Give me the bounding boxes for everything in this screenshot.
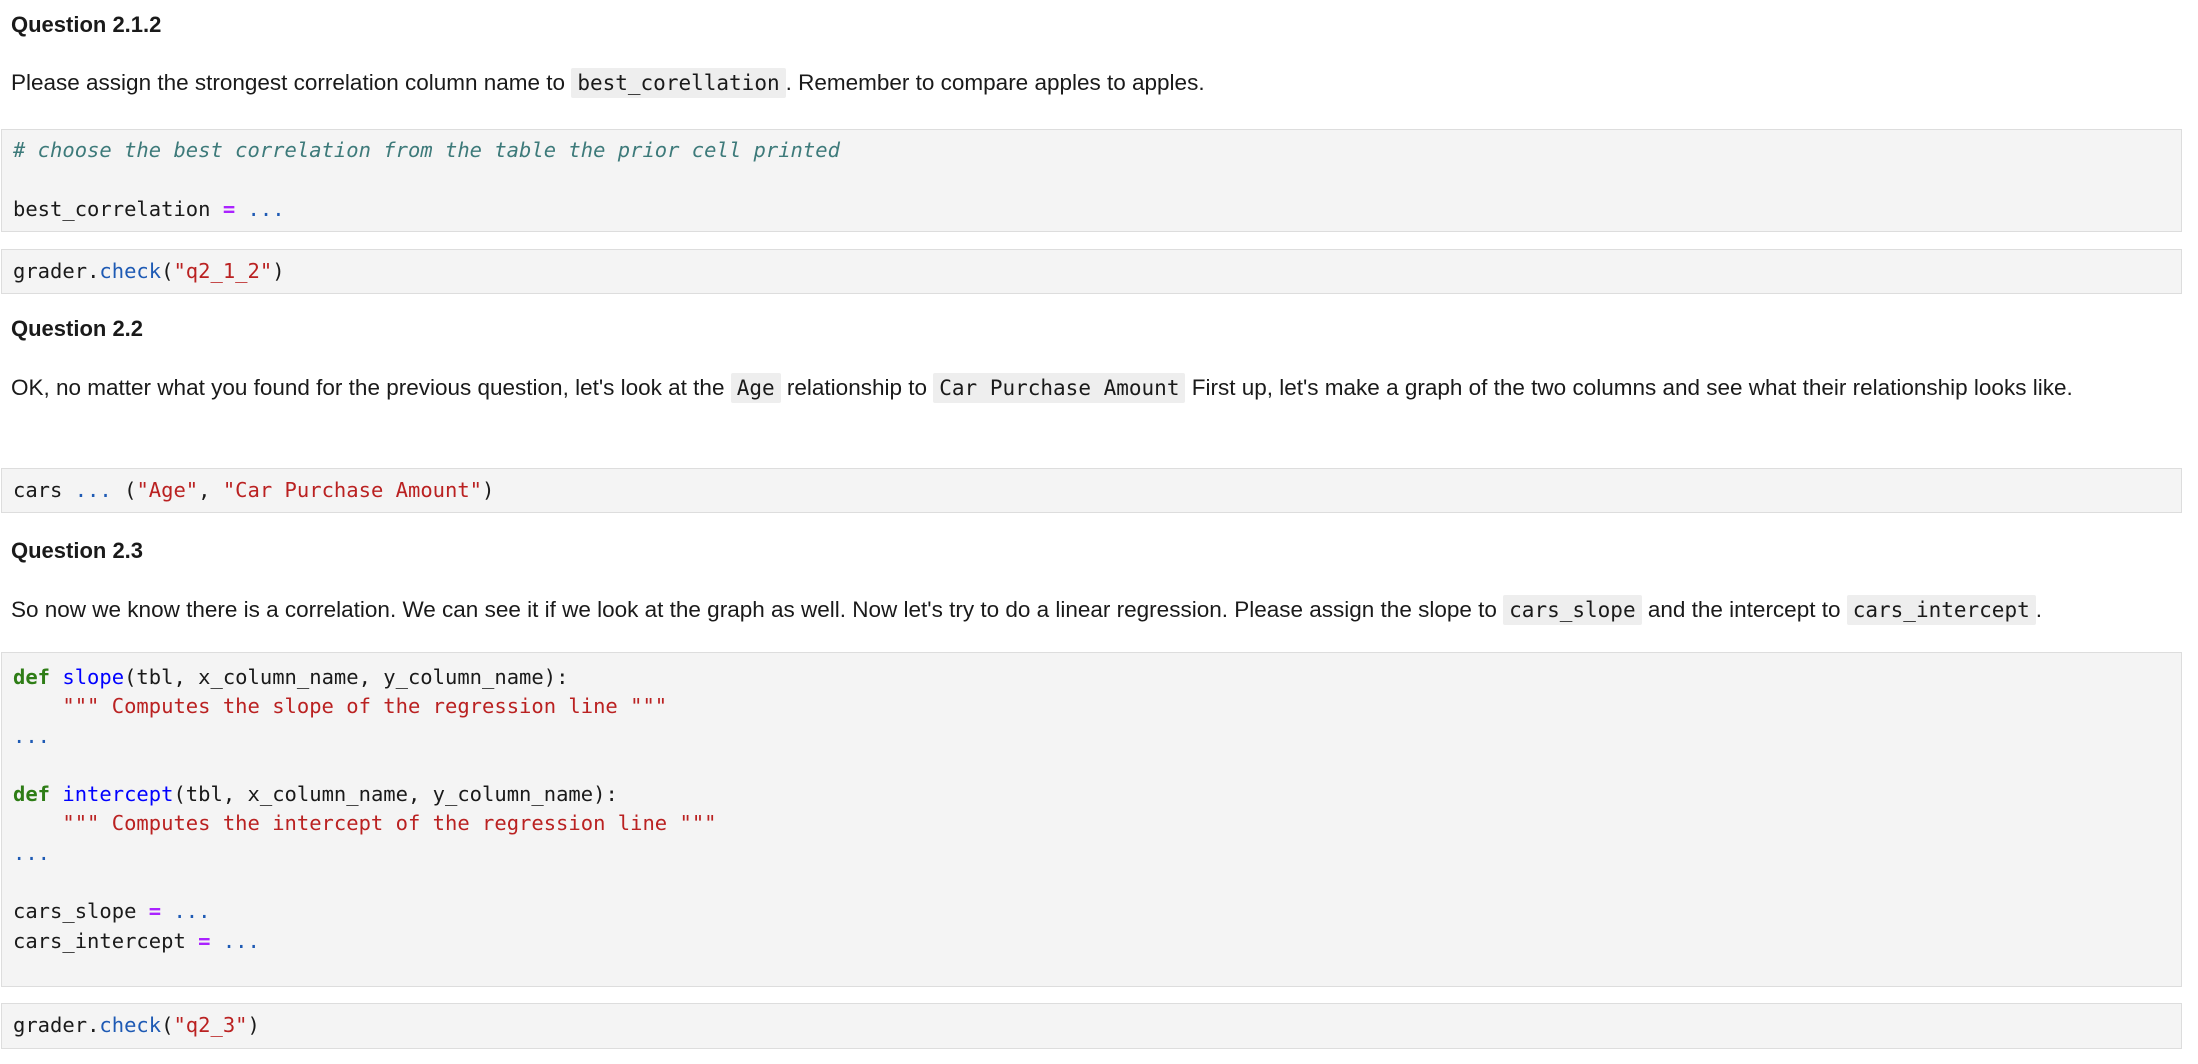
code-editor[interactable]: def slope(tbl, x_column_name, y_column_n… [13, 663, 717, 956]
code-comment: # choose the best correlation from the t… [13, 138, 840, 162]
code-variable: cars_intercept [13, 928, 186, 953]
code-cell-best-correlation[interactable]: # choose the best correlation from the t… [1, 129, 2182, 232]
code-object: grader [13, 259, 88, 283]
code-object: grader [13, 1013, 88, 1037]
code-editor[interactable]: grader.check("q2_3") [13, 1011, 260, 1040]
code-paren: ( [111, 478, 137, 502]
text-segment: OK, no matter what you found for the pre… [11, 375, 731, 400]
code-ellipsis: ... [247, 196, 285, 221]
code-paren: ) [482, 478, 495, 502]
code-operator: = [198, 928, 211, 953]
code-string: "q2_1_2" [173, 259, 273, 283]
code-docstring: """ Computes the slope of the regression… [62, 694, 668, 719]
code-operator: = [148, 899, 162, 924]
inline-code-age: Age [730, 373, 781, 403]
code-operator: = [222, 196, 236, 221]
code-dot: . [87, 1013, 100, 1037]
text-segment: relationship to [780, 375, 934, 400]
code-ellipsis: ... [13, 723, 51, 748]
code-paren: ( [161, 259, 174, 283]
code-function-name: slope [62, 665, 125, 689]
code-docstring: """ Computes the intercept of the regres… [62, 811, 717, 836]
code-variable: cars [13, 478, 63, 502]
inline-code-best-corellation: best_corellation [571, 68, 786, 98]
code-variable: best_correlation [13, 196, 211, 221]
question-2-3-text: So now we know there is a correlation. W… [11, 592, 2171, 628]
code-paren: ) [247, 1013, 260, 1037]
text-segment: . [2035, 597, 2043, 622]
code-cell-grader-check-q2-1-2[interactable]: grader.check("q2_1_2") [1, 249, 2182, 294]
code-editor[interactable]: # choose the best correlation from the t… [13, 136, 840, 224]
code-ellipsis: ... [173, 899, 211, 924]
code-ellipsis: ... [13, 840, 51, 865]
code-args: (tbl, x_column_name, y_column_name): [173, 782, 618, 807]
code-keyword-def: def [13, 665, 51, 689]
code-dot: . [87, 259, 100, 283]
code-paren: ) [272, 259, 285, 283]
code-string: "Car Purchase Amount" [222, 478, 483, 502]
code-string: "q2_3" [173, 1013, 248, 1037]
question-2-1-2-text: Please assign the strongest correlation … [11, 65, 2171, 101]
inline-code-cars-intercept: cars_intercept [1846, 595, 2036, 625]
code-ellipsis: ... [222, 928, 260, 953]
code-keyword-def: def [13, 782, 51, 807]
code-separator: , [198, 478, 223, 502]
text-segment: and the intercept to [1641, 597, 1847, 622]
code-ellipsis: ... [74, 478, 112, 502]
question-2-2-heading: Question 2.2 [11, 316, 144, 341]
text-segment: So now we know there is a correlation. W… [11, 597, 1504, 622]
code-args: (tbl, x_column_name, y_column_name): [124, 665, 569, 689]
question-2-3-heading: Question 2.3 [11, 538, 144, 563]
inline-code-cars-slope: cars_slope [1503, 595, 1642, 625]
text-segment: First up, let's make a graph of the two … [1185, 375, 2073, 400]
text-segment: . Remember to compare apples to apples. [785, 70, 1205, 95]
code-cell-grader-check-q2-3[interactable]: grader.check("q2_3") [1, 1003, 2182, 1049]
code-function-name: intercept [62, 782, 174, 807]
question-2-2-text: OK, no matter what you found for the pre… [11, 370, 2171, 406]
code-cell-cars-plot[interactable]: cars ... ("Age", "Car Purchase Amount") [1, 468, 2182, 513]
text-segment: Please assign the strongest correlation … [11, 70, 572, 95]
code-paren: ( [161, 1013, 174, 1037]
code-editor[interactable]: grader.check("q2_1_2") [13, 257, 285, 286]
code-editor[interactable]: cars ... ("Age", "Car Purchase Amount") [13, 476, 494, 505]
code-method: check [99, 259, 162, 283]
question-2-1-2-heading: Question 2.1.2 [11, 12, 162, 37]
code-variable: cars_slope [13, 899, 137, 924]
code-method: check [99, 1013, 162, 1037]
inline-code-car-purchase-amount: Car Purchase Amount [933, 373, 1186, 403]
code-string: "Age" [136, 478, 199, 502]
code-cell-regression[interactable]: def slope(tbl, x_column_name, y_column_n… [1, 652, 2182, 987]
